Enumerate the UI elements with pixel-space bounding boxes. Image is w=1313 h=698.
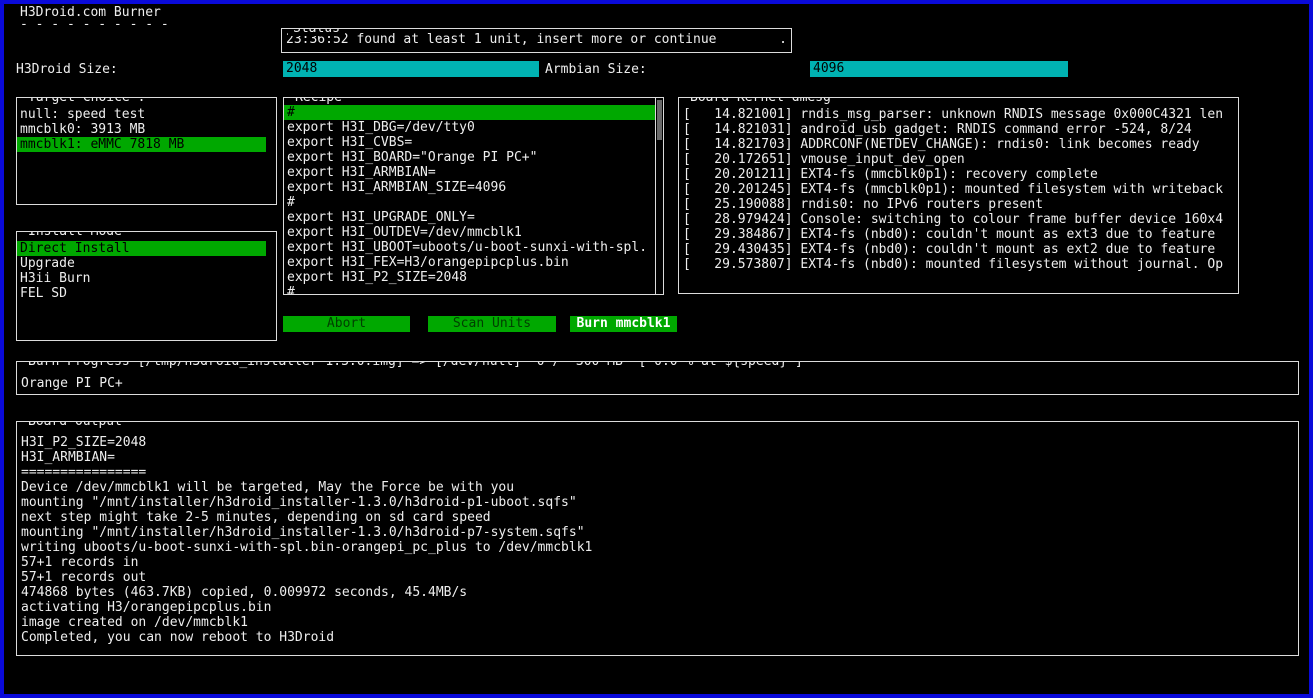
abort-button[interactable]: Abort	[283, 316, 410, 332]
recipe-line[interactable]: export H3I_CVBS=	[284, 135, 655, 150]
target-choice-box: Target Choice : null: speed testmmcblk0:…	[16, 97, 277, 205]
install-mode-item[interactable]: Direct Install	[17, 241, 266, 256]
board-output-line: image created on /dev/mmcblk1	[17, 615, 1298, 630]
target-choice-list: null: speed testmmcblk0: 3913 MBmmcblk1:…	[17, 98, 276, 152]
board-output-line: mounting "/mnt/installer/h3droid_install…	[17, 525, 1298, 540]
dmesg-line: [ 20.172651] vmouse_input_dev_open	[679, 152, 1238, 167]
board-output-line: activating H3/orangepipcplus.bin	[17, 600, 1298, 615]
recipe-list: #export H3I_DBG=/dev/tty0export H3I_CVBS…	[284, 98, 655, 295]
burn-progress-title: Burn Progress [/tmp/h3droid_installer-1.…	[23, 361, 808, 369]
install-mode-title: Install Mode	[23, 231, 127, 239]
board-output-line: 474868 bytes (463.7KB) copied, 0.009972 …	[17, 585, 1298, 600]
dmesg-line: [ 14.821031] android_usb gadget: RNDIS c…	[679, 122, 1238, 137]
target-choice-item[interactable]: mmcblk0: 3913 MB	[17, 122, 266, 137]
dmesg-line: [ 25.190088] rndis0: no IPv6 routers pre…	[679, 197, 1238, 212]
recipe-box: Recipe #export H3I_DBG=/dev/tty0export H…	[283, 97, 664, 295]
burn-progress-box: Burn Progress [/tmp/h3droid_installer-1.…	[16, 361, 1299, 395]
board-output-line: Completed, you can now reboot to H3Droid	[17, 630, 1298, 645]
board-output-log: H3I_P2_SIZE=2048H3I_ARMBIAN=============…	[17, 422, 1298, 645]
recipe-line[interactable]: export H3I_UBOOT=uboots/u-boot-sunxi-wit…	[284, 240, 655, 255]
dmesg-line: [ 29.573807] EXT4-fs (nbd0): mounted fil…	[679, 257, 1238, 272]
recipe-line[interactable]: export H3I_FEX=H3/orangepipcplus.bin	[284, 255, 655, 270]
recipe-line[interactable]: export H3I_ARMBIAN=	[284, 165, 655, 180]
board-output-line: 57+1 records in	[17, 555, 1298, 570]
dmesg-line: [ 20.201245] EXT4-fs (mmcblk0p1): mounte…	[679, 182, 1238, 197]
armbian-size-input[interactable]	[810, 61, 1068, 77]
recipe-line[interactable]: export H3I_DBG=/dev/tty0	[284, 120, 655, 135]
dmesg-line: [ 14.821703] ADDRCONF(NETDEV_CHANGE): rn…	[679, 137, 1238, 152]
dmesg-line: [ 20.201211] EXT4-fs (mmcblk0p1): recove…	[679, 167, 1238, 182]
board-kernel-dmesg-box: Board Kernel dmesg [ 14.821001] rndis_ms…	[678, 97, 1239, 294]
scan-units-button[interactable]: Scan Units	[428, 316, 556, 332]
status-text: 23:36:52 found at least 1 unit, insert m…	[282, 29, 791, 50]
target-choice-title: Target Choice :	[23, 97, 150, 105]
board-output-line: writing uboots/u-boot-sunxi-with-spl.bin…	[17, 540, 1298, 555]
recipe-line[interactable]: export H3I_UPGRADE_ONLY=	[284, 210, 655, 225]
dmesg-line: [ 28.979424] Console: switching to colou…	[679, 212, 1238, 227]
board-output-box: Board Output H3I_P2_SIZE=2048H3I_ARMBIAN…	[16, 421, 1299, 656]
install-mode-item[interactable]: Upgrade	[17, 256, 266, 271]
dmesg-line: [ 29.430435] EXT4-fs (nbd0): couldn't mo…	[679, 242, 1238, 257]
target-choice-item[interactable]: null: speed test	[17, 107, 266, 122]
board-output-title: Board Output	[23, 421, 127, 429]
status-box: Status 23:36:52 found at least 1 unit, i…	[281, 28, 792, 53]
dmesg-line: [ 14.821001] rndis_msg_parser: unknown R…	[679, 107, 1238, 122]
board-output-line: 57+1 records out	[17, 570, 1298, 585]
recipe-scrollbar[interactable]	[655, 98, 663, 294]
recipe-line[interactable]: export H3I_ARMBIAN_SIZE=4096	[284, 180, 655, 195]
app-title-underline: - - - - - - - - - -	[20, 17, 169, 32]
board-output-line: Device /dev/mmcblk1 will be targeted, Ma…	[17, 480, 1298, 495]
dmesg-log: [ 14.821001] rndis_msg_parser: unknown R…	[679, 98, 1238, 272]
dmesg-line: [ 29.384867] EXT4-fs (nbd0): couldn't mo…	[679, 227, 1238, 242]
armbian-size-label: Armbian Size:	[545, 62, 647, 77]
recipe-line[interactable]: export H3I_BOARD="Orange PI PC+"	[284, 150, 655, 165]
install-mode-list: Direct InstallUpgradeH3ii BurnFEL SD	[17, 232, 276, 301]
recipe-title: Recipe	[290, 97, 347, 105]
install-mode-item[interactable]: H3ii Burn	[17, 271, 266, 286]
recipe-line[interactable]: #	[284, 105, 655, 120]
recipe-line[interactable]: #	[284, 195, 655, 210]
recipe-line[interactable]: export H3I_OUTDEV=/dev/mmcblk1	[284, 225, 655, 240]
app-window: H3Droid.com Burner - - - - - - - - - - S…	[0, 0, 1313, 698]
h3droid-size-label: H3Droid Size:	[16, 62, 118, 77]
recipe-line[interactable]: export H3I_P2_SIZE=2048	[284, 270, 655, 285]
recipe-line[interactable]: #	[284, 285, 655, 295]
h3droid-size-input[interactable]	[283, 61, 539, 77]
board-output-line: H3I_ARMBIAN=	[17, 450, 1298, 465]
target-choice-item[interactable]: mmcblk1: eMMC 7818 MB	[17, 137, 266, 152]
recipe-scrollbar-thumb[interactable]	[657, 100, 662, 140]
board-output-line: mounting "/mnt/installer/h3droid_install…	[17, 495, 1298, 510]
board-kernel-dmesg-title: Board Kernel dmesg	[685, 97, 836, 105]
status-box-title: Status	[288, 28, 345, 36]
burn-mmcblk1-button[interactable]: Burn mmcblk1	[570, 316, 677, 332]
board-output-line: H3I_P2_SIZE=2048	[17, 435, 1298, 450]
board-output-line: next step might take 2-5 minutes, depend…	[17, 510, 1298, 525]
board-output-line: ================	[17, 465, 1298, 480]
install-mode-box: Install Mode Direct InstallUpgradeH3ii B…	[16, 231, 277, 341]
install-mode-item[interactable]: FEL SD	[17, 286, 266, 301]
